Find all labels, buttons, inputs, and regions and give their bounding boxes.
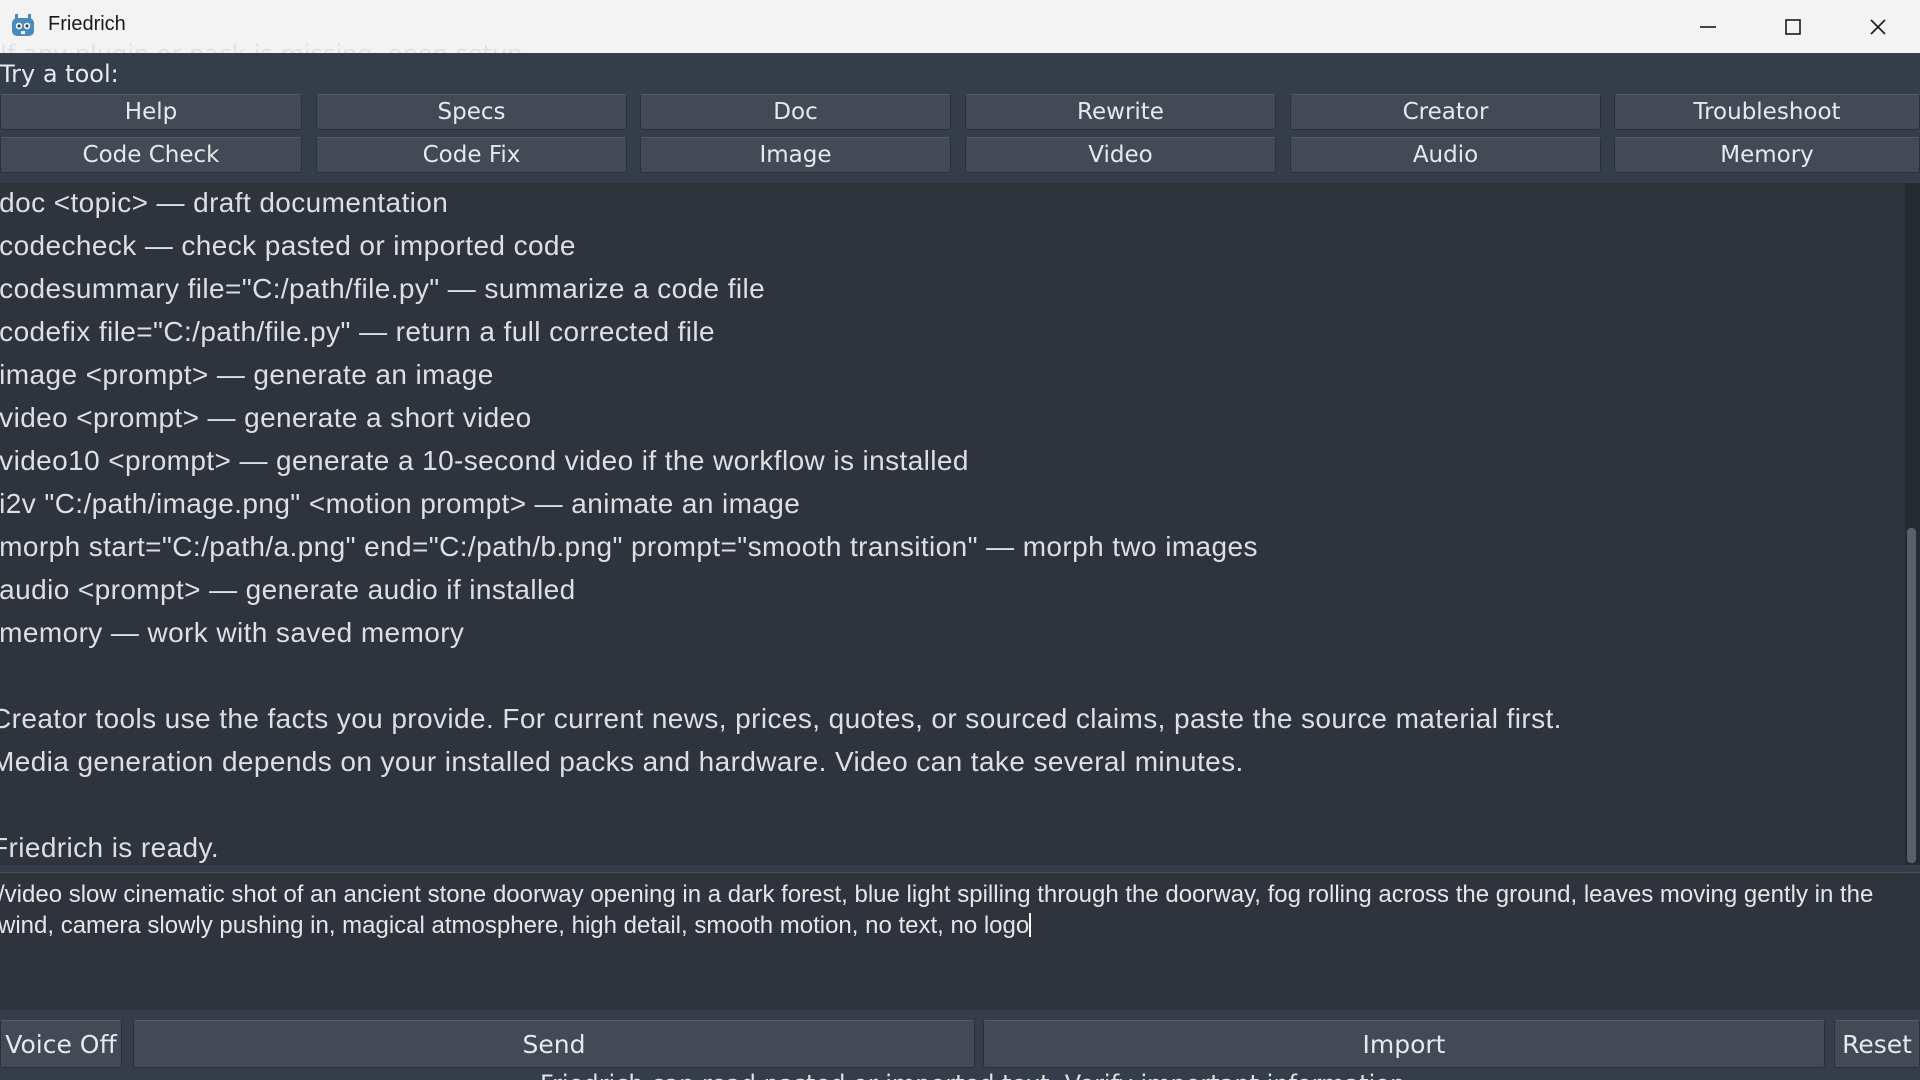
chat-output-panel[interactable]: /doc <topic> — draft documentation /code…	[0, 183, 1905, 865]
prompt-input-text: /video slow cinematic shot of an ancient…	[0, 881, 1880, 939]
minimize-button[interactable]	[1666, 0, 1750, 53]
clipped-info-text: If any plugin or pack is missing, open s…	[0, 40, 522, 53]
minimize-icon	[1700, 25, 1716, 28]
output-line: Friedrich is ready.	[0, 832, 220, 863]
output-line: /video10 <prompt> — generate a 10-second…	[0, 445, 969, 476]
close-icon	[1870, 18, 1886, 35]
output-line: /morph start="C:/path/a.png" end="C:/pat…	[0, 531, 1258, 562]
maximize-icon	[1785, 18, 1801, 35]
output-scrollbar-thumb[interactable]	[1907, 528, 1916, 863]
tool-image-button[interactable]: Image	[640, 137, 951, 173]
tool-troubleshoot-button[interactable]: Troubleshoot	[1614, 94, 1920, 130]
tool-doc-button[interactable]: Doc	[640, 94, 951, 130]
output-line: /i2v "C:/path/image.png" <motion prompt>…	[0, 488, 801, 519]
try-tool-label: Try a tool:	[0, 60, 119, 88]
status-line: Friedrich can read pasted or imported te…	[0, 1070, 1920, 1080]
import-button[interactable]: Import	[983, 1020, 1825, 1068]
tool-help-button[interactable]: Help	[0, 94, 302, 130]
tool-creator-button[interactable]: Creator	[1290, 94, 1601, 130]
output-line: /doc <topic> — draft documentation	[0, 187, 449, 218]
text-caret	[1029, 913, 1032, 937]
output-line: /audio <prompt> — generate audio if inst…	[0, 574, 576, 605]
output-line: Creator tools use the facts you provide.…	[0, 703, 1562, 734]
voice-toggle-button[interactable]: Voice Off	[0, 1020, 122, 1068]
close-button[interactable]	[1836, 0, 1920, 53]
status-text: Friedrich can read pasted or imported te…	[540, 1070, 1413, 1080]
output-line: /codecheck — check pasted or imported co…	[0, 230, 576, 261]
output-line: /codesummary file="C:/path/file.py" — su…	[0, 273, 766, 304]
tool-audio-button[interactable]: Audio	[1290, 137, 1601, 173]
tool-specs-button[interactable]: Specs	[316, 94, 627, 130]
output-line: Media generation depends on your install…	[0, 746, 1244, 777]
send-button[interactable]: Send	[133, 1020, 975, 1068]
tool-video-button[interactable]: Video	[965, 137, 1276, 173]
tool-code-check-button[interactable]: Code Check	[0, 137, 302, 173]
tool-code-fix-button[interactable]: Code Fix	[316, 137, 627, 173]
output-line: /codefix file="C:/path/file.py" — return…	[0, 316, 715, 347]
tool-rewrite-button[interactable]: Rewrite	[965, 94, 1276, 130]
reset-button[interactable]: Reset	[1834, 1020, 1920, 1068]
output-line: /image <prompt> — generate an image	[0, 359, 494, 390]
maximize-button[interactable]	[1751, 0, 1835, 53]
prompt-input-field[interactable]: /video slow cinematic shot of an ancient…	[0, 872, 1920, 1010]
output-line: /memory — work with saved memory	[0, 617, 465, 648]
clipped-info-line: If any plugin or pack is missing, open s…	[0, 30, 600, 53]
tool-memory-button[interactable]: Memory	[1614, 137, 1920, 173]
output-line: /video <prompt> — generate a short video	[0, 402, 532, 433]
